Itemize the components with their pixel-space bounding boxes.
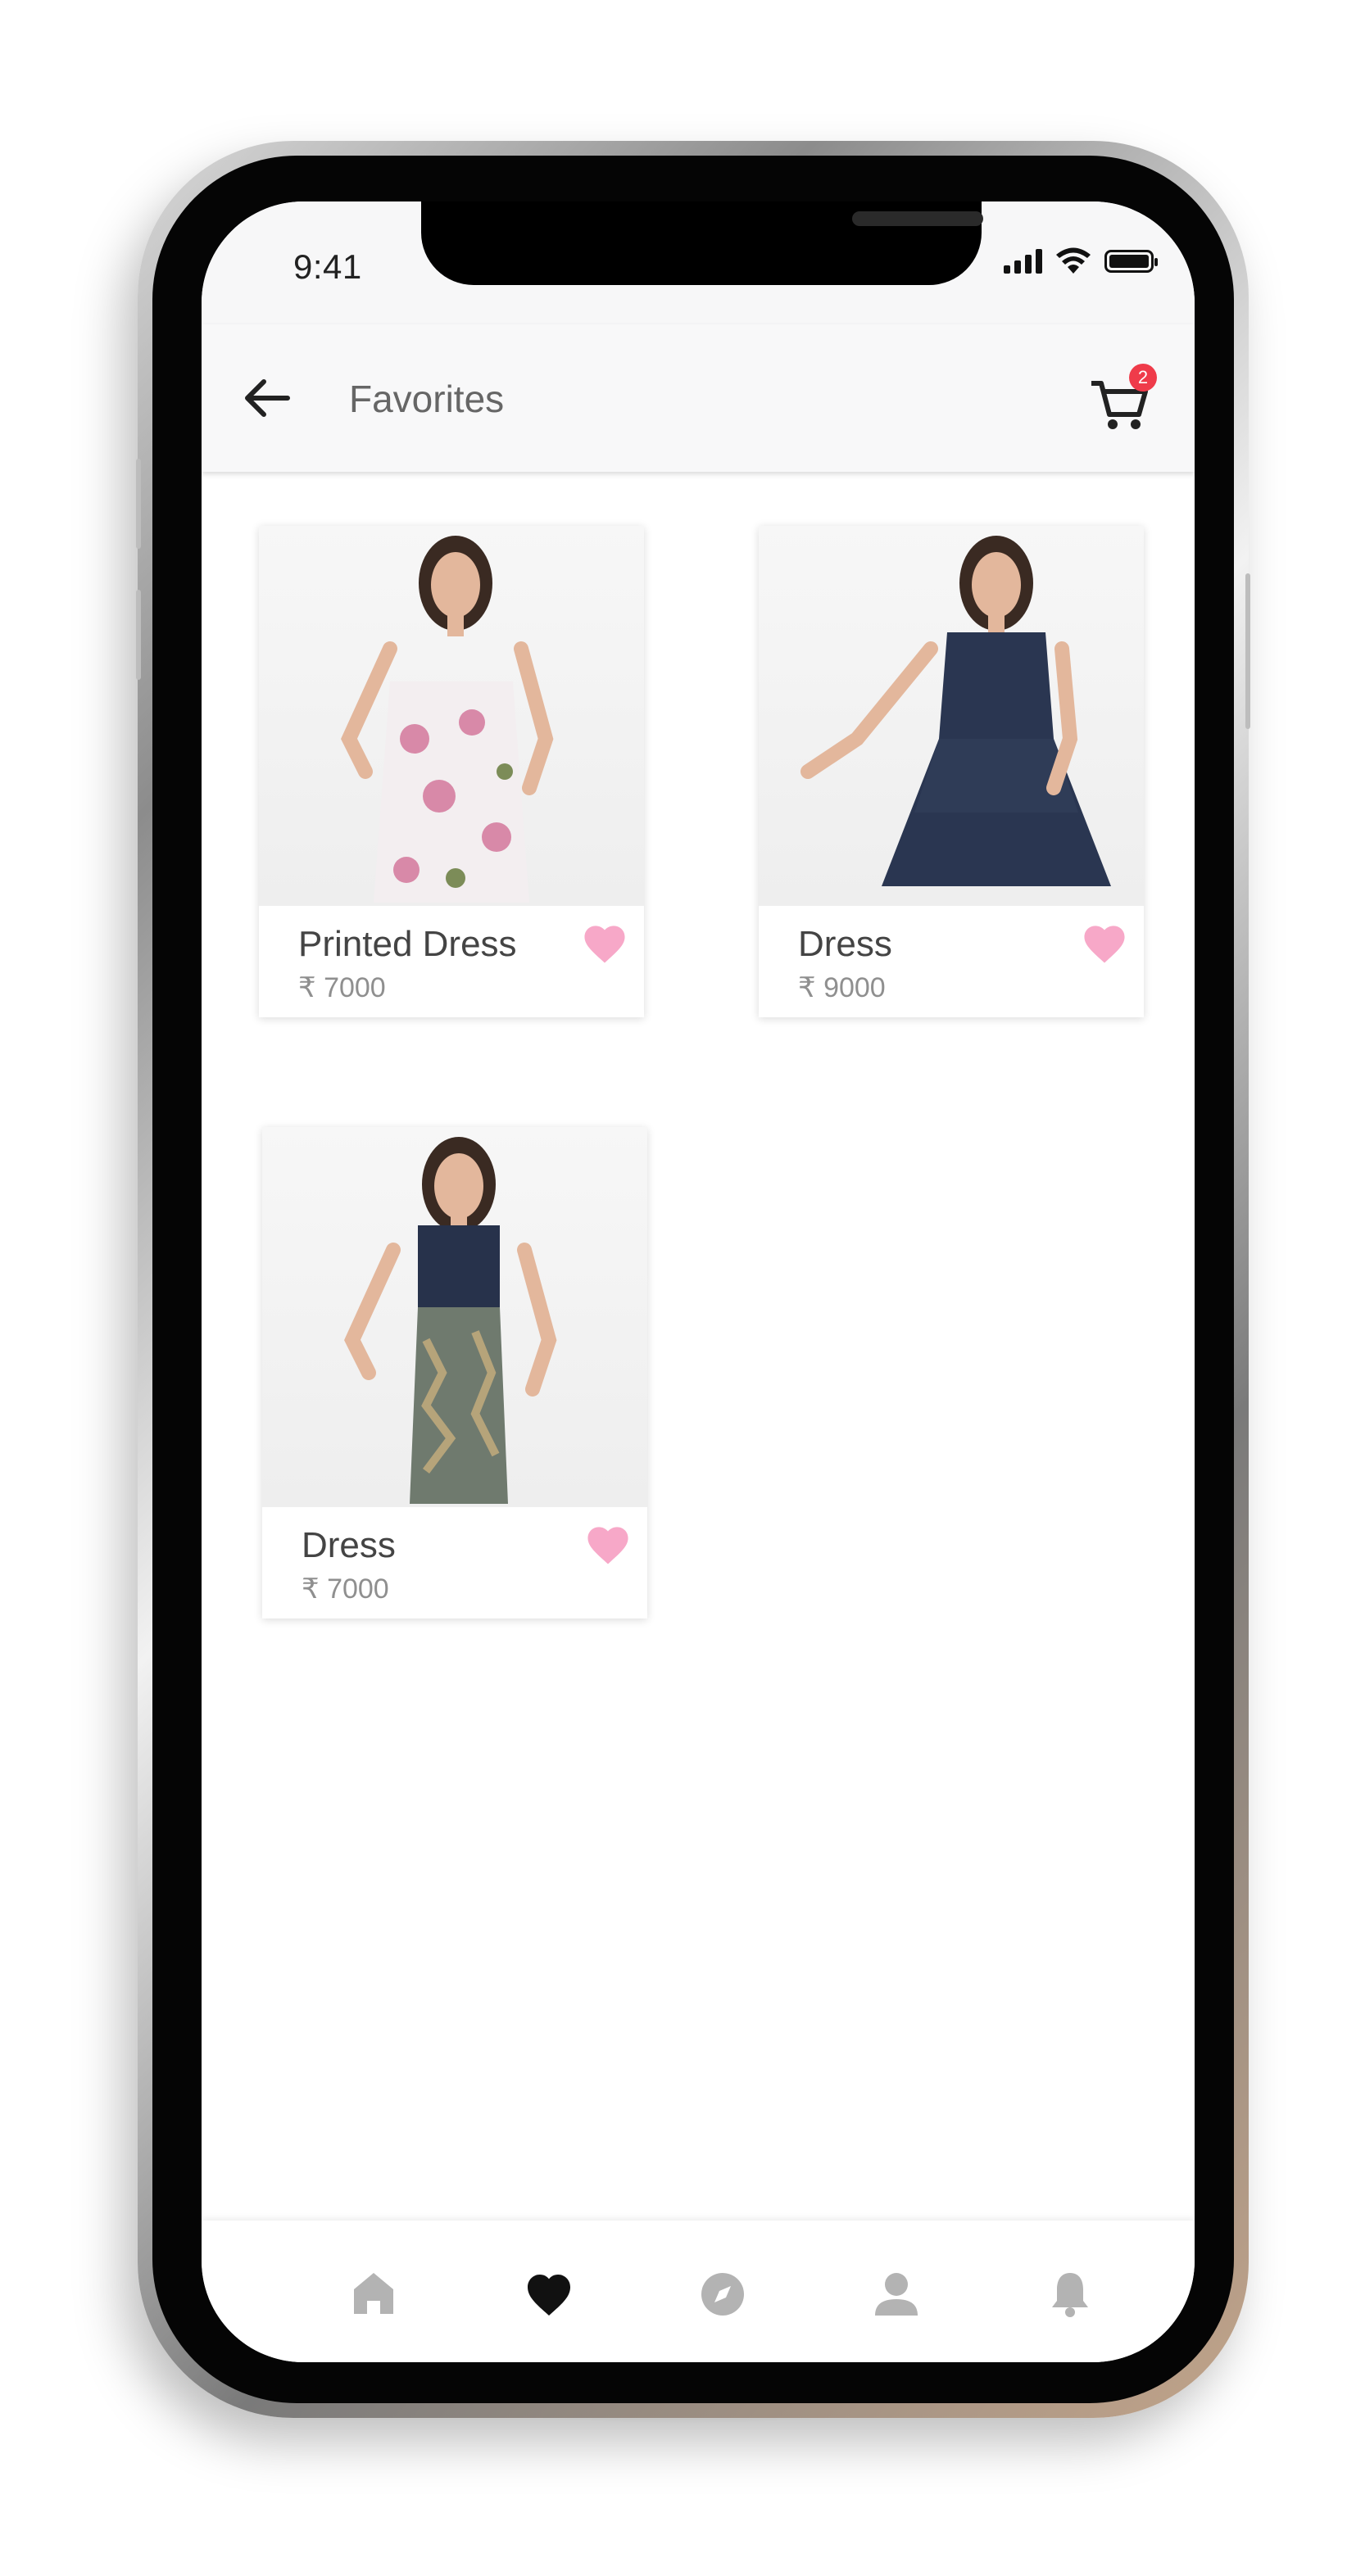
favorite-card[interactable]: Dress ₹ 7000 (262, 1127, 647, 1618)
user-icon (875, 2273, 918, 2316)
heart-icon (1084, 926, 1125, 963)
signal-icon (1004, 249, 1042, 274)
product-info: Dress ₹ 7000 (262, 1507, 647, 1618)
volume-button (136, 459, 141, 549)
nav-item-user[interactable] (864, 2261, 929, 2327)
nav-item-home[interactable] (341, 2261, 406, 2327)
favorite-toggle[interactable] (580, 921, 629, 965)
favorite-toggle[interactable] (583, 1522, 633, 1566)
heart-icon (587, 1527, 628, 1564)
product-price: ₹ 7000 (302, 1573, 389, 1605)
status-time: 9:41 (293, 247, 362, 286)
cart-button[interactable]: 2 (1086, 362, 1162, 437)
heart-icon (584, 926, 625, 963)
model-photo (344, 1137, 557, 1504)
product-image (259, 526, 644, 906)
speaker-grille (852, 211, 983, 226)
product-price: ₹ 7000 (298, 972, 386, 1003)
product-info: Printed Dress ₹ 7000 (259, 906, 644, 1017)
nav-item-bell[interactable] (1037, 2261, 1103, 2327)
heart-icon (528, 2275, 570, 2316)
status-bar: 9:41 (202, 201, 1195, 324)
status-icons (1004, 247, 1158, 275)
compass-icon (701, 2273, 744, 2316)
back-button[interactable] (234, 372, 298, 424)
product-title: Printed Dress (298, 924, 517, 964)
product-price: ₹ 9000 (798, 972, 886, 1003)
product-title: Dress (798, 924, 892, 964)
model-photo (800, 536, 1111, 886)
model-photo (341, 536, 554, 903)
product-title: Dress (302, 1525, 396, 1565)
cart-count-badge: 2 (1129, 364, 1157, 392)
product-image (759, 526, 1144, 906)
home-icon (354, 2273, 393, 2314)
volume-button (136, 590, 141, 680)
favorite-card[interactable]: Printed Dress ₹ 7000 (259, 526, 644, 1017)
product-image (262, 1127, 647, 1507)
favorite-toggle[interactable] (1080, 921, 1129, 965)
nav-item-compass[interactable] (690, 2261, 755, 2327)
product-info: Dress ₹ 9000 (759, 906, 1144, 1017)
side-button (1245, 573, 1250, 729)
nav-item-heart[interactable] (516, 2261, 582, 2327)
notch (421, 201, 983, 285)
bottom-navigation (202, 2221, 1195, 2362)
wifi-icon (1056, 247, 1091, 274)
bell-icon (1052, 2273, 1088, 2317)
battery-icon (1104, 250, 1158, 273)
favorite-card[interactable]: Dress ₹ 9000 (759, 526, 1144, 1017)
app-bar: Favorites 2 (202, 324, 1195, 472)
page-title: Favorites (349, 378, 505, 420)
arrow-left-icon (245, 379, 290, 417)
phone-screen: 9:41 Favorites 2 Printed Dress ₹ 7000 Dr… (202, 201, 1195, 2362)
favorites-grid: Printed Dress ₹ 7000 Dress ₹ 9000 Dress … (202, 472, 1195, 2110)
